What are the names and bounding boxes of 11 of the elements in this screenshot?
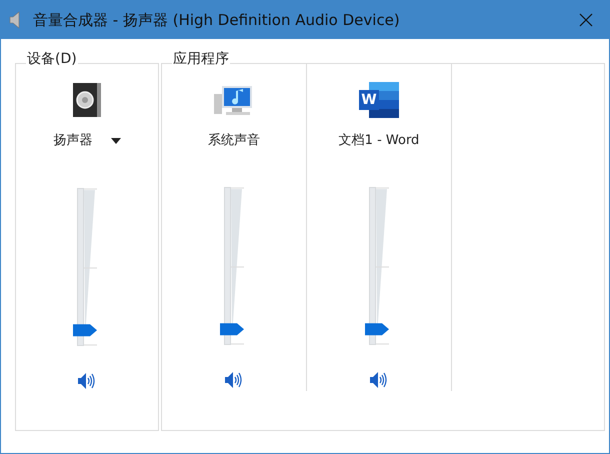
dropdown-caret-icon[interactable] [110,138,120,144]
slider-thumb[interactable] [220,323,244,336]
speaker-icon [9,11,21,29]
window-title: 音量合成器 - 扬声器 (High Definition Audio Device) [33,10,400,31]
channel-name: 系统声音 [208,132,260,150]
channel-name: 文档1 - Word [338,132,420,150]
slider-thumb[interactable] [365,323,389,336]
slider-thumb[interactable] [73,324,97,336]
channel-name: 扬声器 [54,132,92,150]
close-icon [579,13,593,27]
speaker-box-icon [71,81,103,119]
